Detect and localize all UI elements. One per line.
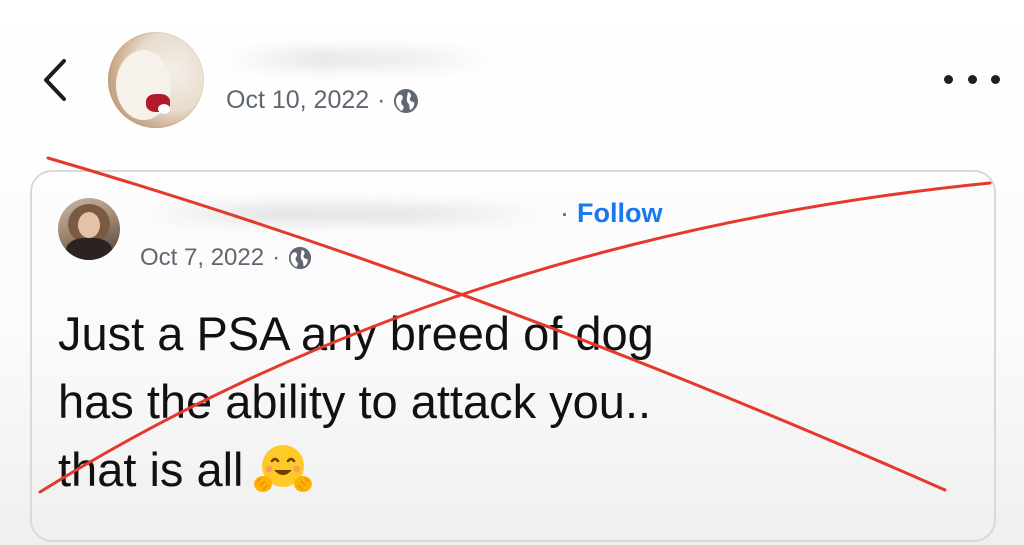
more-options-button[interactable] (944, 64, 1000, 94)
chevron-left-icon (44, 59, 66, 101)
shared-meta-separator: · (272, 244, 281, 271)
more-dot (991, 74, 1000, 84)
follow-button[interactable]: Follow (577, 198, 662, 229)
globe-icon (394, 88, 419, 113)
author-avatar[interactable] (108, 32, 204, 128)
more-dot (944, 74, 953, 84)
more-dot (967, 74, 977, 84)
back-button[interactable] (30, 50, 80, 110)
shared-post-text: Just a PSA any breed of dog has the abil… (58, 300, 958, 504)
shared-author-avatar[interactable] (58, 198, 120, 260)
meta-separator: · (377, 86, 386, 114)
post-meta: Oct 10, 2022 · (226, 86, 419, 115)
post-date: Oct 10, 2022 (226, 86, 370, 114)
globe-icon (289, 246, 312, 270)
follow-separator: · (560, 198, 569, 228)
post-text-line-last: that is all (58, 436, 958, 504)
post-text-line: Just a PSA any breed of dog (58, 307, 654, 360)
post-text-line: that is all (58, 443, 244, 496)
shared-author-name-redacted (140, 204, 550, 224)
shared-post-meta: Oct 7, 2022 · (140, 244, 312, 272)
hugging-face-emoji-icon (254, 445, 313, 492)
post-text-line: has the ability to attack you.. (58, 375, 652, 428)
author-name-redacted (226, 48, 496, 70)
shared-post-date: Oct 7, 2022 (140, 244, 265, 271)
follow-area: · Follow (560, 198, 662, 229)
